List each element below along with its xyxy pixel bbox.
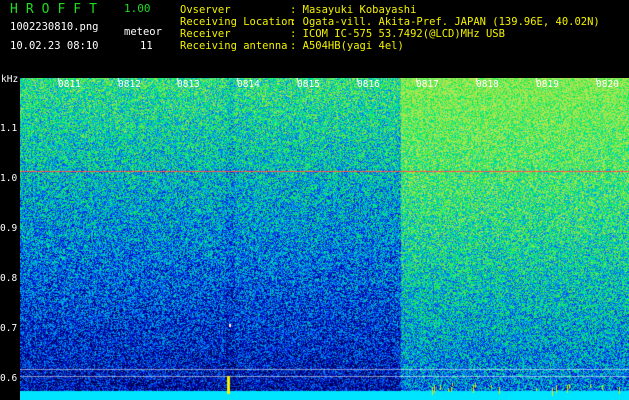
info-label-receiver: Receiver bbox=[180, 28, 231, 40]
frequency-unit-label: kHz bbox=[1, 74, 19, 85]
x-tick-label: 0814 bbox=[237, 79, 260, 90]
info-value-location: : Ogata-vill. Akita-Pref. JAPAN (139.96E… bbox=[290, 16, 600, 28]
x-tick-label: 0813 bbox=[177, 79, 200, 90]
app-name: HROFFT bbox=[10, 2, 105, 17]
y-tick-label: 0.7 bbox=[0, 323, 18, 334]
meteor-label: meteor bbox=[124, 26, 162, 38]
info-value-antenna: : A504HB(yagi 4el) bbox=[290, 40, 404, 52]
spectrogram-canvas[interactable] bbox=[20, 78, 629, 400]
x-tick-label: 0816 bbox=[357, 79, 380, 90]
meteor-count: 11 bbox=[140, 40, 153, 52]
info-label-observer: Ovserver bbox=[180, 4, 231, 16]
header-panel: HROFFT 1.00 1002230810.png meteor 10.02.… bbox=[0, 0, 629, 78]
info-label-location: Receiving Location bbox=[180, 16, 294, 28]
y-tick-label: 0.8 bbox=[0, 273, 18, 284]
x-tick-label: 0815 bbox=[297, 79, 320, 90]
y-tick-label: 0.9 bbox=[0, 223, 18, 234]
y-tick-label: 0.6 bbox=[0, 373, 18, 384]
app-version: 1.00 bbox=[124, 2, 151, 15]
x-tick-label: 0811 bbox=[58, 79, 81, 90]
x-tick-label: 0812 bbox=[118, 79, 141, 90]
y-tick-label: 1.0 bbox=[0, 173, 18, 184]
x-tick-label: 0817 bbox=[416, 79, 439, 90]
info-value-receiver: : ICOM IC-575 53.7492(@LCD)MHz USB bbox=[290, 28, 505, 40]
y-tick-label: 1.1 bbox=[0, 123, 18, 134]
file-datetime: 10.02.23 08:10 bbox=[10, 40, 99, 52]
info-value-observer: : Masayuki Kobayashi bbox=[290, 4, 417, 16]
spectrogram-area[interactable] bbox=[20, 78, 629, 400]
file-name: 1002230810.png bbox=[10, 21, 99, 33]
x-tick-label: 0818 bbox=[476, 79, 499, 90]
info-label-antenna: Receiving antenna bbox=[180, 40, 288, 52]
x-tick-label: 0820 bbox=[596, 79, 619, 90]
x-tick-label: 0819 bbox=[536, 79, 559, 90]
